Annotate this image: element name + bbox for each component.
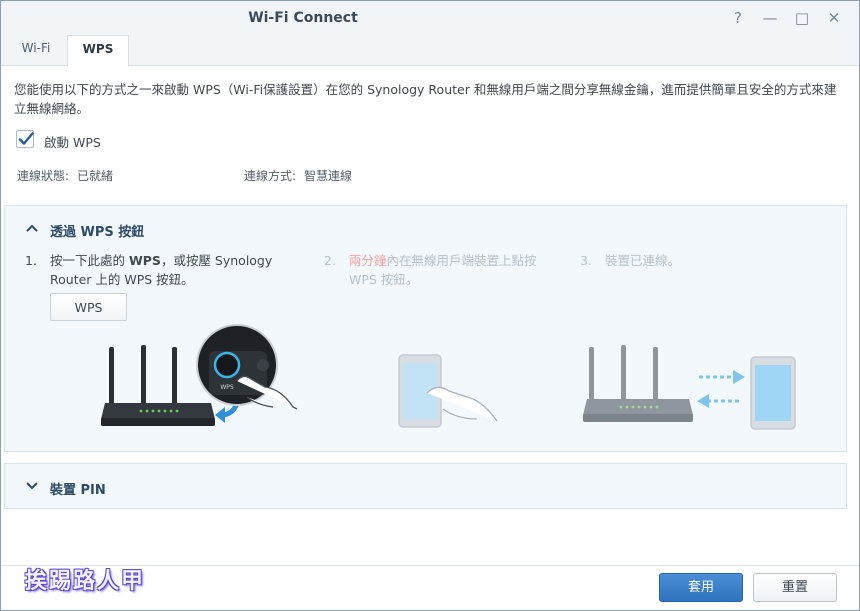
enable-wps-checkbox[interactable] [16,130,34,148]
close-icon[interactable]: ✕ [823,7,845,29]
step-2-number: 2. [324,253,336,268]
wps-push-button[interactable]: WPS [50,293,127,321]
connection-status-label: 連線狀態: [17,169,70,183]
window-title: Wi-Fi Connect [248,10,358,26]
device-pin-panel-title: 裝置 PIN [50,483,106,498]
wps-button-panel-title: 透過 WPS 按鈕 [50,225,145,240]
connection-method: 連線方式: 智慧連線 [244,167,352,184]
watermark: 挨踢路人甲 [25,568,146,594]
router-phone-connected-illustration [583,345,796,430]
connection-method-value: 智慧連線 [304,169,353,183]
step-3-number: 3. [580,253,592,268]
step-2-text: 兩分鐘內在無線用戶端裝置上點按 WPS 按鈕。 [349,253,537,287]
step-1-number: 1. [25,253,37,268]
tab-wifi[interactable]: Wi-Fi [5,35,67,66]
minimize-icon[interactable]: — [759,7,781,29]
chevron-down-icon [26,482,38,490]
maximize-icon[interactable]: □ [791,7,813,29]
phone-press-illustration [398,354,498,428]
tab-wps[interactable]: WPS [67,35,129,67]
help-icon[interactable]: ? [727,7,749,29]
connection-status: 連線狀態: 已就緒 [17,167,113,184]
wps-description: 您能使用以下的方式之一來啟動 WPS（Wi-Fi保護設置）在您的 Synolog… [14,82,837,116]
connection-status-value: 已就緒 [77,169,114,183]
reset-button[interactable]: 重置 [753,573,837,602]
checkmark-icon [18,132,34,145]
step-3-text: 裝置已連線。 [605,253,681,268]
step-1-text: 按一下此處的 WPS，或按壓 Synology Router 上的 WPS 按鈕… [50,253,273,287]
router-wps-label: WPS [220,384,234,391]
device-pin-panel: 裝置 PIN [4,463,847,509]
router-wps-press-illustration: WPS [101,324,298,426]
tab-bar: Wi-Fi WPS [1,35,859,67]
enable-wps-label: 啟動 WPS [44,135,101,150]
chevron-up-icon [26,224,38,232]
apply-button[interactable]: 套用 [659,573,743,602]
wifi-connect-window: Wi-Fi Connect ? — □ ✕ Wi-Fi WPS 您能使用以下的方… [0,0,860,611]
title-bar[interactable]: Wi-Fi Connect ? — □ ✕ [1,1,859,35]
connection-method-label: 連線方式: [244,169,297,183]
